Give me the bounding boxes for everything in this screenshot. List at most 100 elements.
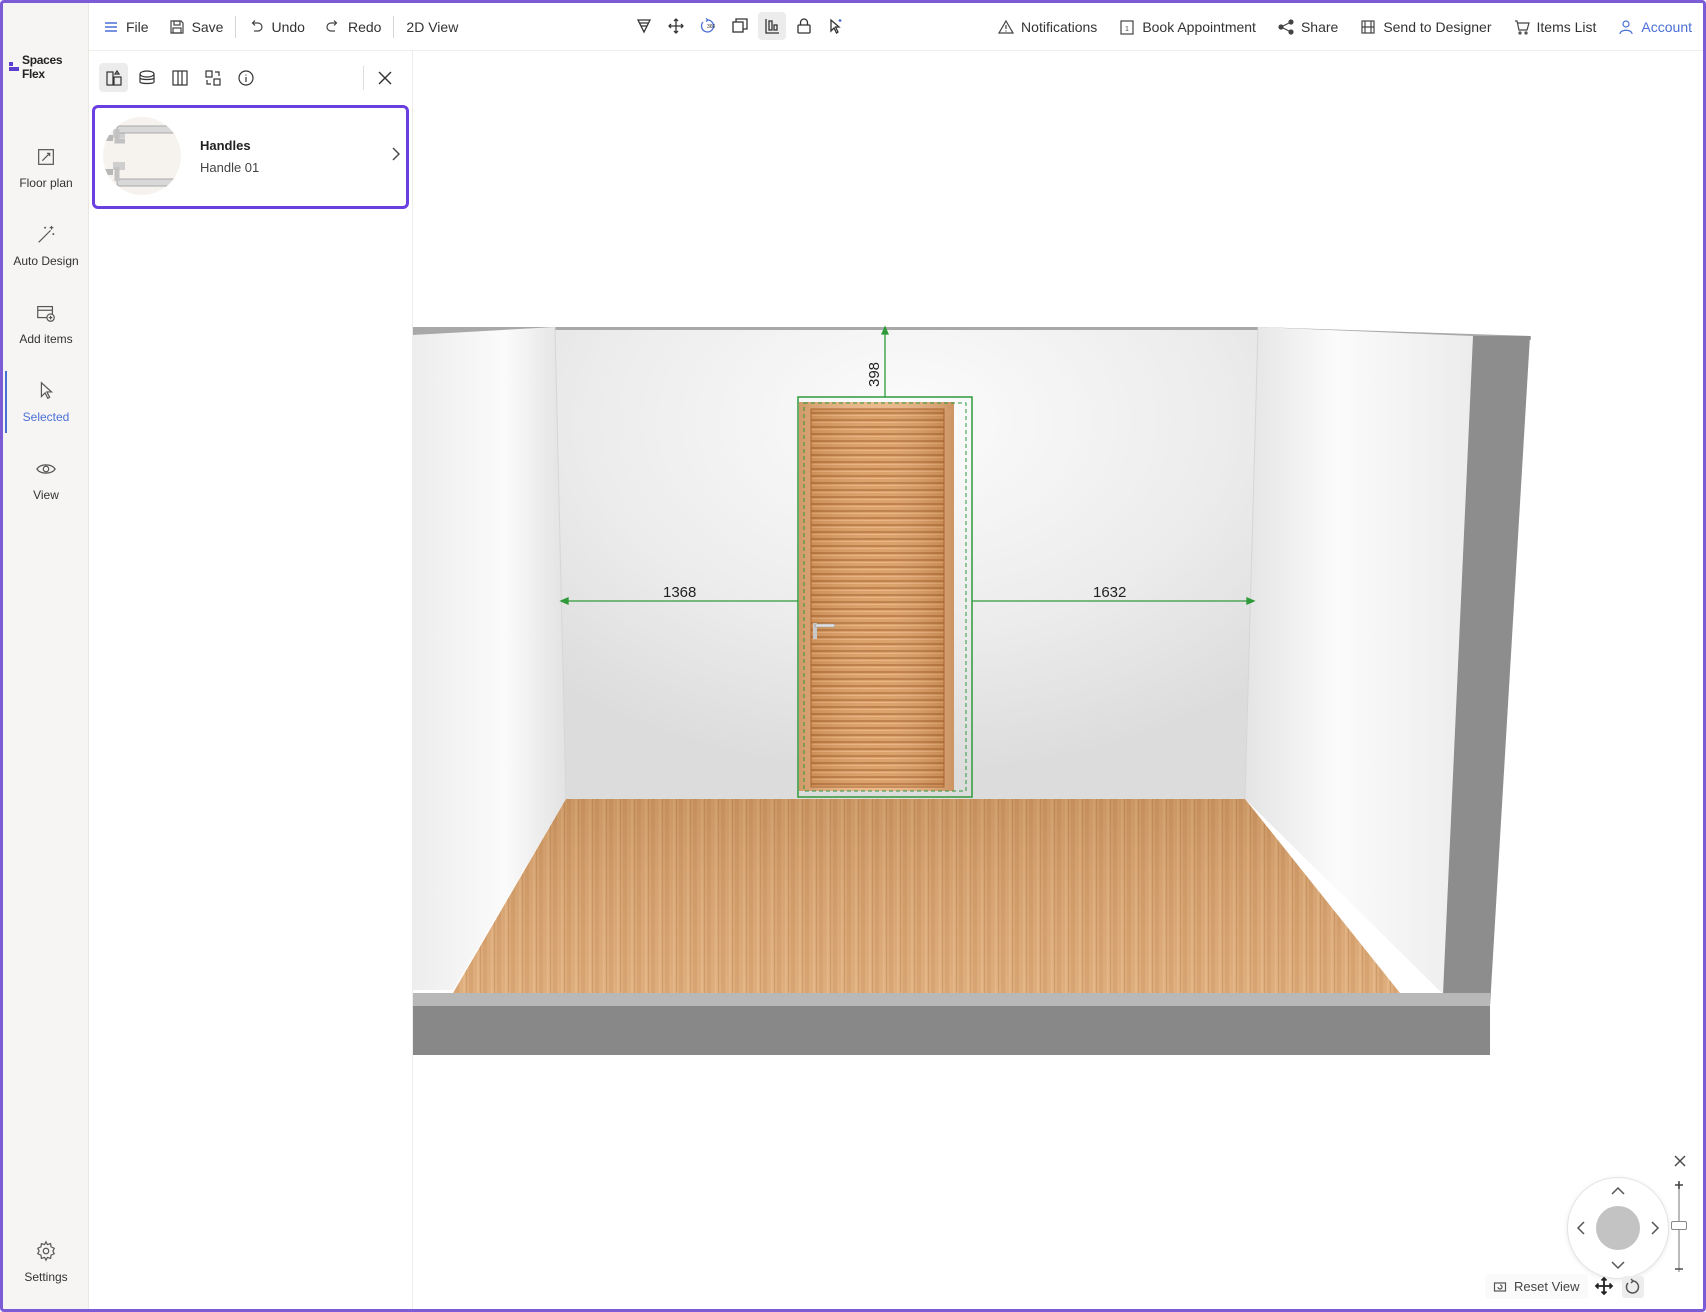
account-button[interactable]: Account — [1607, 12, 1703, 42]
orbit-joystick[interactable] — [1596, 1206, 1640, 1250]
warning-icon — [998, 19, 1015, 34]
tool-rotate[interactable]: 360 — [694, 12, 722, 40]
floor-plan-icon — [38, 149, 54, 165]
tool-lock[interactable] — [790, 12, 818, 40]
designer-icon — [1361, 20, 1375, 34]
sidebar-item-add-items[interactable]: Add items — [3, 291, 89, 357]
door[interactable] — [799, 402, 954, 791]
align-icon — [765, 19, 779, 34]
sidebar-item-settings[interactable]: Settings — [3, 1229, 89, 1295]
zoom-out-icon[interactable] — [1672, 1262, 1686, 1276]
sidebar-item-label: Auto Design — [13, 254, 79, 268]
toolbar-right: Notifications 1 Book Appointment Share S… — [987, 12, 1703, 42]
share-label: Share — [1300, 19, 1339, 35]
notifications-label: Notifications — [1021, 19, 1098, 35]
3d-viewport[interactable]: 398 1368 1632 — [413, 51, 1703, 1309]
calendar-icon: 1 — [1120, 20, 1134, 35]
close-icon — [378, 71, 392, 85]
toolbar-divider — [393, 15, 395, 38]
save-button[interactable]: Save — [159, 12, 234, 42]
sidebar-item-floor-plan[interactable]: Floor plan — [3, 135, 89, 201]
tab-panel-layout[interactable] — [165, 63, 194, 92]
file-menu-button[interactable]: File — [93, 12, 159, 42]
dimension-top: 398 — [866, 362, 883, 387]
items-list-button[interactable]: Items List — [1503, 12, 1608, 42]
view-mode-button[interactable]: 2D View — [396, 12, 468, 42]
save-icon — [169, 19, 184, 34]
svg-text:360: 360 — [707, 24, 716, 30]
material-icon — [138, 69, 155, 84]
items-list-label: Items List — [1536, 19, 1597, 35]
chevron-up-icon[interactable] — [1610, 1183, 1626, 1199]
sidebar-item-auto-design[interactable]: Auto Design — [3, 213, 89, 279]
orbit-mode-button[interactable] — [1622, 1276, 1644, 1298]
floor-slab — [413, 1006, 1490, 1055]
book-appointment-button[interactable]: 1 Book Appointment — [1108, 12, 1267, 42]
chevron-right-icon[interactable] — [1647, 1220, 1663, 1236]
hamburger-icon — [105, 21, 117, 32]
reset-view-label: Reset View — [1514, 1279, 1580, 1294]
handle-thumbnail — [103, 117, 181, 195]
close-navigator-icon[interactable] — [1672, 1153, 1688, 1169]
sidebar-item-label: View — [33, 488, 59, 502]
tab-product[interactable] — [99, 63, 128, 92]
zoom-in-icon[interactable] — [1672, 1178, 1686, 1192]
save-label: Save — [191, 18, 224, 35]
send-to-designer-label: Send to Designer — [1383, 19, 1492, 35]
selected-item-card[interactable]: Handles Handle 01 — [92, 105, 409, 209]
reset-view-button[interactable]: Reset View — [1485, 1274, 1588, 1299]
magic-wand-icon — [38, 225, 55, 243]
sidebar-item-view[interactable]: View — [3, 447, 89, 513]
share-icon — [1278, 19, 1294, 35]
tool-align[interactable] — [758, 12, 786, 40]
notifications-button[interactable]: Notifications — [987, 12, 1108, 42]
lock-icon — [797, 18, 811, 34]
add-items-icon — [37, 305, 55, 322]
rotate-icon — [1625, 1278, 1640, 1294]
share-button[interactable]: Share — [1267, 12, 1349, 42]
item-name: Handle 01 — [200, 160, 260, 175]
chevron-left-icon[interactable] — [1573, 1220, 1589, 1236]
tool-cut[interactable] — [630, 12, 658, 40]
tool-select[interactable] — [822, 12, 850, 40]
replace-icon — [204, 69, 221, 86]
chevron-down-icon[interactable] — [1610, 1257, 1626, 1273]
redo-button[interactable]: Redo — [315, 12, 391, 42]
tab-material[interactable] — [132, 63, 161, 92]
tool-move[interactable] — [662, 12, 690, 40]
zoom-slider-thumb[interactable] — [1671, 1221, 1687, 1230]
app-logo[interactable]: Spaces Flex — [9, 53, 88, 81]
view-mode-label: 2D View — [406, 18, 459, 35]
sidebar-item-label: Selected — [22, 410, 70, 424]
sidebar-item-selected[interactable]: Selected — [3, 369, 89, 435]
sidebar-item-label: Add items — [19, 332, 73, 346]
handle-image — [103, 125, 180, 187]
pan-mode-icon[interactable] — [1594, 1276, 1614, 1296]
tab-replace[interactable] — [198, 63, 227, 92]
file-label: File — [126, 18, 149, 35]
orbit-navigator[interactable] — [1568, 1178, 1668, 1278]
item-category: Handles — [200, 138, 251, 153]
info-icon — [237, 69, 254, 86]
duplicate-icon — [732, 18, 748, 33]
tab-info[interactable] — [231, 63, 260, 92]
send-to-designer-button[interactable]: Send to Designer — [1349, 12, 1502, 42]
dimension-right: 1632 — [1093, 584, 1126, 601]
undo-button[interactable]: Undo — [238, 12, 314, 42]
tool-duplicate[interactable] — [726, 12, 754, 40]
panel-layout-icon — [171, 69, 188, 86]
rotate-360-icon: 360 — [700, 17, 716, 33]
book-appointment-label: Book Appointment — [1142, 19, 1256, 35]
redo-icon — [326, 19, 338, 32]
user-icon — [1619, 20, 1634, 35]
toolbar-divider — [235, 15, 237, 38]
product-icon — [105, 69, 122, 86]
sidebar-item-label: Settings — [24, 1270, 68, 1284]
brand-name: Spaces Flex — [21, 53, 63, 81]
panel-tabs — [99, 63, 260, 92]
close-panel-button[interactable] — [363, 64, 399, 92]
left-navigation: Spaces Flex Floor plan Auto Design Add i… — [3, 3, 89, 1309]
cursor-icon — [40, 381, 54, 400]
move-icon — [668, 18, 684, 34]
eye-icon — [36, 464, 56, 474]
